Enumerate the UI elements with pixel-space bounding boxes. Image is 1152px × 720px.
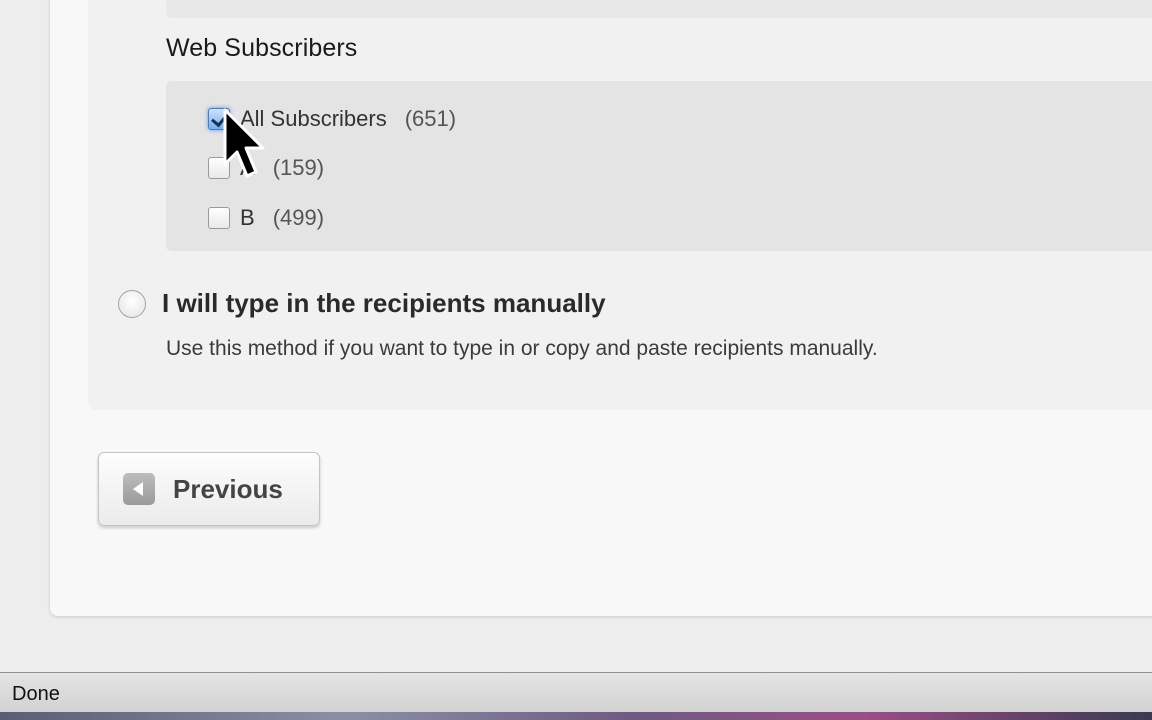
list-item-all-subscribers[interactable]: All Subscribers (651)	[208, 104, 456, 134]
desktop-background-strip	[0, 712, 1152, 720]
list-item-count: (651)	[404, 106, 457, 131]
list-item-label: A	[240, 155, 255, 180]
manual-recipients-help-text: Use this method if you want to type in o…	[166, 337, 878, 360]
arrow-left-icon	[123, 473, 155, 505]
previous-list-box	[166, 0, 1152, 18]
web-subscribers-title: Web Subscribers	[166, 34, 358, 62]
manual-recipients-label: I will type in the recipients manually	[162, 288, 606, 318]
list-item-b[interactable]: B (499)	[208, 203, 324, 233]
checkbox-all-subscribers[interactable]	[208, 108, 230, 130]
status-text: Done	[12, 683, 60, 705]
list-item-count: (499)	[272, 205, 325, 230]
list-item-a[interactable]: A (159)	[208, 153, 324, 183]
previous-button-label: Previous	[173, 473, 283, 504]
list-item-label: All Subscribers	[240, 106, 387, 131]
manual-recipients-radio[interactable]	[118, 289, 146, 318]
list-item-label: B	[240, 205, 255, 230]
checkbox-a[interactable]	[208, 157, 230, 179]
manual-recipients-option[interactable]: I will type in the recipients manually	[118, 288, 606, 319]
previous-button[interactable]: Previous	[98, 452, 320, 526]
browser-status-bar: Done	[0, 672, 1152, 712]
list-item-count: (159)	[272, 155, 325, 180]
checkbox-b[interactable]	[208, 207, 230, 229]
